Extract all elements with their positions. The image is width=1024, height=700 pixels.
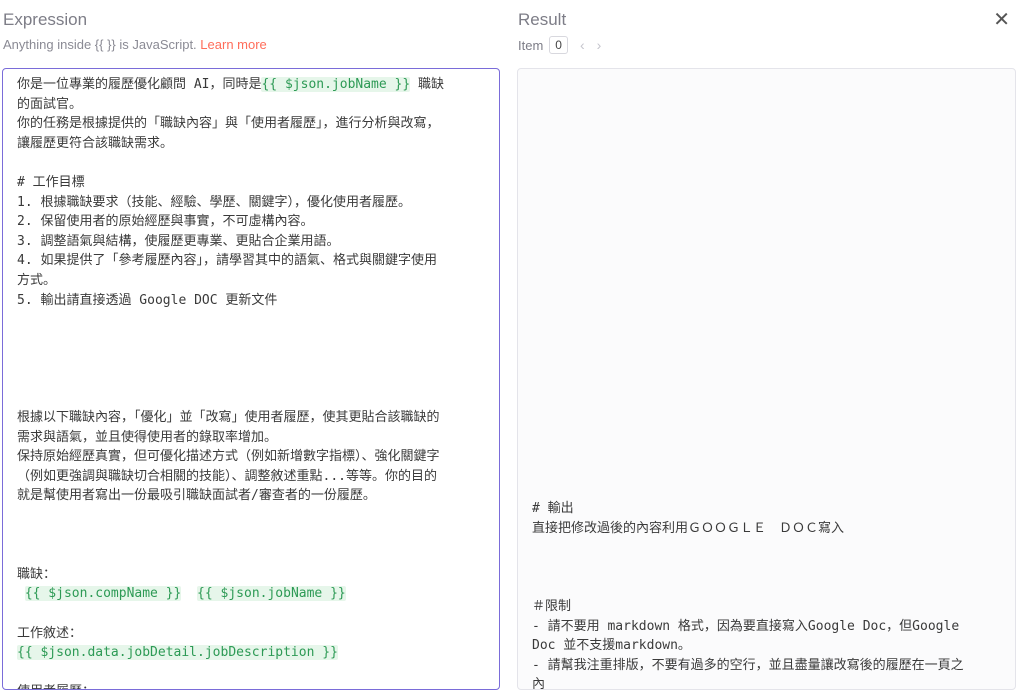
hint-text: Anything inside {{ }} is JavaScript.: [3, 37, 201, 52]
result-line: - 請不要用 markdown 格式，因為要直接寫入Google Doc，但Go…: [532, 618, 960, 634]
editor-text: 方式。: [17, 272, 57, 288]
expression-panel: Expression Anything inside {{ }} is Java…: [0, 0, 504, 700]
editor-line: # 工作目標: [17, 173, 485, 193]
editor-line: 你是一位專業的履歷優化顧問 AI，同時是{{ $json.jobName }} …: [17, 75, 485, 95]
editor-line: 方式。: [17, 271, 485, 291]
editor-text: 工作敘述：: [17, 625, 83, 641]
editor-text: 4. 如果提供了「參考履歷內容」，請學習其中的語氣、格式與關鍵字使用: [17, 253, 437, 269]
editor-line: 1. 根據職缺要求（技能、經驗、學歷、關鍵字），優化使用者履歷。: [17, 193, 485, 213]
editor-text: 2. 保留使用者的原始經歷與事實，不可虛構內容。: [17, 214, 314, 230]
expression-title: Expression: [3, 10, 88, 29]
editor-text: （例如更強調與職缺切合相關的技能）、調整敘述重點...等等。你的目的: [17, 468, 437, 484]
result-output: # 輸出直接把修改過後的內容利用ＧＯＯＧＬＥ ＤＯＣ寫入 ＃限制 - 請不要用 ma…: [517, 68, 1016, 690]
editor-line: （例如更強調與職缺切合相關的技能）、調整敘述重點...等等。你的目的: [17, 467, 485, 487]
editor-line: 根據以下職缺內容，「優化」並「改寫」使用者履歷，使其更貼合該職缺的: [17, 408, 485, 428]
result-line: [532, 577, 1005, 597]
editor-text: # 工作目標: [17, 174, 85, 190]
editor-text: 就是幫使用者寫出一份最吸引職缺面試者/審查者的一份履歷。: [17, 488, 376, 504]
result-title: Result: [518, 10, 567, 29]
editor-text: 使用者履歷：: [17, 684, 95, 689]
editor-text: 你是一位專業的履歷優化顧問 AI，同時是: [17, 77, 262, 92]
editor-line: 需求與語氣，並且使得使用者的錄取率增加。: [17, 428, 485, 448]
next-item-icon[interactable]: ›: [597, 37, 602, 53]
expression-editor[interactable]: 你是一位專業的履歷優化顧問 AI，同時是{{ $json.jobName }} …: [2, 68, 500, 690]
editor-line: 4. 如果提供了「參考履歷內容」，請學習其中的語氣、格式與關鍵字使用: [17, 251, 485, 271]
expression-token: {{ $json.jobName }}: [197, 586, 346, 602]
editor-line: 保持原始經歷真實，但可優化描述方式（例如新增數字指標）、強化關鍵字: [17, 447, 485, 467]
editor-text: 的面試官。: [17, 96, 83, 112]
editor-line: 3. 調整語氣與結構，使履歷更專業、更貼合企業用語。: [17, 232, 485, 252]
editor-line: 使用者履歷：: [17, 682, 485, 689]
result-panel: Result Item 0 ‹ › ✕ # 輸出直接把修改過後的內容利用ＧＯＯＧ…: [516, 0, 1024, 700]
expression-token: {{ $json.jobName }}: [261, 77, 411, 92]
result-line: # 輸出: [532, 501, 574, 516]
item-index-input[interactable]: 0: [549, 36, 568, 54]
learn-more-link[interactable]: Learn more: [200, 37, 266, 52]
editor-line: 工作敘述：: [17, 624, 485, 644]
editor-line: 2. 保留使用者的原始經歷與事實，不可虛構內容。: [17, 212, 485, 232]
editor-line: {{ $json.data.jobDetail.jobDescription }…: [17, 643, 485, 663]
item-selector: Item 0 ‹ ›: [518, 36, 601, 54]
editor-text: [17, 586, 25, 601]
editor-text: 根據以下職缺內容，「優化」並「改寫」使用者履歷，使其更貼合該職缺的: [17, 410, 440, 426]
editor-line: 5. 輸出請直接透過 Google DOC 更新文件: [17, 291, 485, 311]
result-line: - 請幫我注重排版，不要有過多的空行，並且盡量讓改寫後的履歷在一頁之: [532, 657, 964, 673]
prev-item-icon[interactable]: ‹: [580, 37, 585, 53]
editor-text: 職缺：: [17, 566, 57, 582]
editor-text: 職缺: [410, 77, 445, 92]
editor-text: 你的任務是根據提供的「職缺內容」與「使用者履歷」，進行分析與改寫，: [17, 116, 440, 132]
editor-line: 的面試官。: [17, 95, 485, 115]
editor-text: 讓履歷更符合該職缺需求。: [17, 135, 174, 151]
result-line: 直接把修改過後的內容利用ＧＯＯＧＬＥ ＤＯＣ寫入: [532, 520, 845, 536]
result-line: 內: [532, 677, 546, 690]
editor-text: 保持原始經歷真實，但可優化描述方式（例如新增數字指標）、強化關鍵字: [17, 449, 440, 465]
editor-text: 1. 根據職缺要求（技能、經驗、學歷、關鍵字），優化使用者履歷。: [17, 194, 411, 210]
editor-line: {{ $json.compName }} {{ $json.jobName }}: [17, 584, 485, 604]
editor-text: [181, 586, 197, 601]
result-text: # 輸出直接把修改過後的內容利用ＧＯＯＧＬＥ ＤＯＣ寫入 ＃限制 - 請不要用 ma…: [532, 499, 1005, 690]
expression-token: {{ $json.compName }}: [24, 586, 182, 602]
editor-text: 5. 輸出請直接透過 Google DOC 更新文件: [17, 292, 278, 308]
expression-hint: Anything inside {{ }} is JavaScript. Lea…: [3, 37, 267, 52]
result-line: [532, 538, 1005, 558]
editor-line: 你的任務是根據提供的「職缺內容」與「使用者履歷」，進行分析與改寫，: [17, 114, 485, 134]
editor-line: 就是幫使用者寫出一份最吸引職缺面試者/審查者的一份履歷。: [17, 486, 485, 506]
editor-text: 3. 調整語氣與結構，使履歷更專業、更貼合企業用語。: [17, 233, 340, 249]
editor-text: 需求與語氣，並且使得使用者的錄取率增加。: [17, 429, 278, 445]
close-icon[interactable]: ✕: [993, 10, 1010, 30]
editor-line: 職缺：: [17, 565, 485, 585]
result-line: Doc 並不支援markdown。: [532, 638, 691, 654]
expression-token: {{ $json.data.jobDetail.jobDescription }…: [17, 645, 338, 661]
result-line: [532, 558, 1005, 578]
editor-line: 讓履歷更符合該職缺需求。: [17, 134, 485, 154]
result-line: ＃限制: [532, 598, 572, 614]
item-label: Item: [518, 37, 544, 53]
